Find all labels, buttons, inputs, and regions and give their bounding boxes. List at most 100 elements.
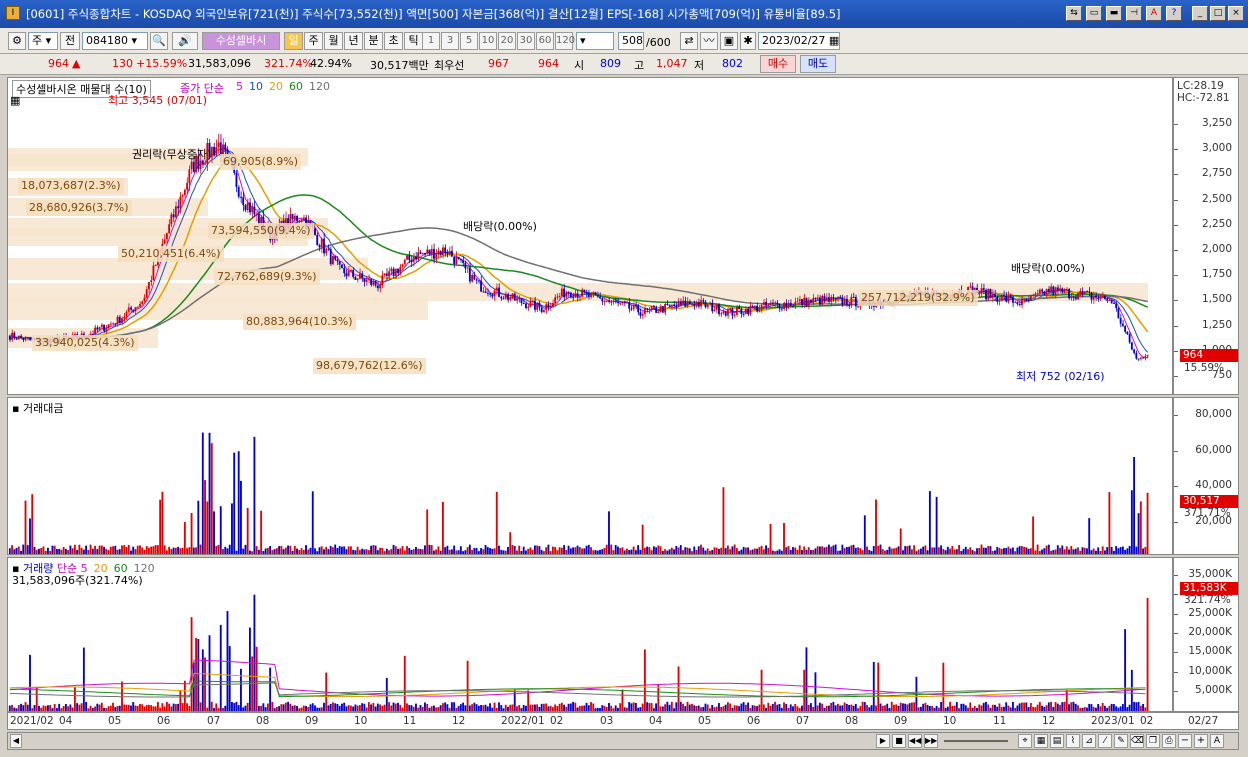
- date-axis-label: 07: [207, 715, 221, 727]
- candle-body: [1034, 293, 1037, 295]
- volume-bar: [118, 549, 121, 554]
- period-tab-3[interactable]: 년: [344, 32, 363, 50]
- volume-bar: [1079, 708, 1082, 711]
- search-icon[interactable]: 🔍: [150, 32, 168, 50]
- stock-name-button[interactable]: 수성셀바시: [202, 32, 280, 50]
- help-icon[interactable]: ?: [1166, 6, 1182, 21]
- candle-body: [816, 297, 819, 300]
- interval-tab-0[interactable]: 1: [422, 32, 440, 50]
- volume-bar: [345, 706, 348, 711]
- pin-icon[interactable]: ⊣: [1126, 6, 1142, 21]
- candle-body: [854, 296, 857, 307]
- price-pane[interactable]: 수성셀바시온 매물대 수(10) 종가 단순 5 10 20 60 120 ▦ 최고 3…: [7, 77, 1173, 395]
- trendline-icon[interactable]: ⁄: [1098, 734, 1112, 748]
- line-chart-icon[interactable]: ⌇: [1066, 734, 1080, 748]
- draw-icon[interactable]: ✎: [1114, 734, 1128, 748]
- print-icon[interactable]: ⎙: [1162, 734, 1176, 748]
- restore-icon[interactable]: ▭: [1086, 6, 1102, 21]
- chart-scrollbar[interactable]: ◀ ▶ ■ ◀◀ ▶▶ ⌖ ▦ ▤ ⌇ ⊿ ⁄ ✎ ⌫ ❐ ⎙ − + A: [7, 732, 1239, 750]
- interval-tab-4[interactable]: 20: [498, 32, 516, 50]
- interval-tab-7[interactable]: 120: [555, 32, 575, 50]
- period-tab-5[interactable]: 초: [384, 32, 403, 50]
- trend-icon[interactable]: 〰: [700, 32, 718, 50]
- gear-icon[interactable]: ✱: [740, 32, 756, 50]
- arrows-icon[interactable]: ⇄: [680, 32, 698, 50]
- candle-body: [329, 249, 332, 265]
- axis-tick-mark: [1174, 250, 1178, 251]
- interval-tab-2[interactable]: 5: [460, 32, 478, 50]
- zoom-in-icon[interactable]: +: [1194, 734, 1208, 748]
- candle-body: [186, 182, 189, 190]
- candle-body: [760, 304, 763, 310]
- volume-bar: [1124, 629, 1127, 711]
- period-tab-4[interactable]: 분: [364, 32, 383, 50]
- grid-icon[interactable]: ▦: [10, 94, 20, 107]
- candle-body: [381, 275, 384, 286]
- copy-icon[interactable]: ❐: [1146, 734, 1160, 748]
- volume-bar: [740, 549, 743, 554]
- volume-bar: [1117, 548, 1120, 554]
- code-input[interactable]: 084180 ▾: [82, 32, 148, 50]
- period-tab-6[interactable]: 틱: [404, 32, 423, 50]
- volume-bar: [475, 548, 478, 554]
- speed-slider[interactable]: [944, 740, 1008, 742]
- volume-bar: [845, 546, 848, 554]
- stop-icon[interactable]: ■: [892, 734, 906, 748]
- eraser-icon[interactable]: ⌫: [1130, 734, 1144, 748]
- volume-bar: [1032, 516, 1035, 554]
- count-input[interactable]: 508: [618, 32, 644, 50]
- grid-view-icon[interactable]: ▦: [1034, 734, 1048, 748]
- rewind-icon[interactable]: ◀◀: [908, 734, 922, 748]
- save-icon[interactable]: ▣: [720, 32, 738, 50]
- interval-tab-6[interactable]: 60: [536, 32, 554, 50]
- volume-bar: [453, 545, 456, 554]
- volume-bar: [374, 545, 377, 554]
- axis-tick-label: 2,500: [1201, 192, 1232, 205]
- play-icon[interactable]: ▶: [876, 734, 890, 748]
- sell-button[interactable]: 매도: [800, 55, 836, 73]
- interval-tab-3[interactable]: 10: [479, 32, 497, 50]
- layout-icon[interactable]: ▬: [1106, 6, 1122, 21]
- auto-scale-icon[interactable]: A: [1210, 734, 1224, 748]
- interval-tab-1[interactable]: 3: [441, 32, 459, 50]
- axis-tick-label: 2,000: [1201, 243, 1232, 255]
- volume-bar: [884, 705, 886, 711]
- forward-icon[interactable]: ▶▶: [924, 734, 938, 748]
- amount-pane[interactable]: ▪ 거래대금: [7, 397, 1173, 555]
- volume-bar: [240, 668, 242, 711]
- period-tab-2[interactable]: 월: [324, 32, 343, 50]
- volume-profile-label: 50,210,451(6.4%): [118, 246, 224, 262]
- volume-bar: [1128, 704, 1131, 711]
- minimize-icon[interactable]: _: [1192, 6, 1208, 21]
- maximize-icon[interactable]: □: [1210, 6, 1226, 21]
- candle-body: [814, 298, 817, 300]
- zoom-out-icon[interactable]: −: [1178, 734, 1192, 748]
- candle-body: [668, 304, 671, 306]
- link-icon[interactable]: ⇆: [1066, 6, 1082, 21]
- axis-tick-mark: [1174, 450, 1178, 452]
- period-tab-1[interactable]: 주: [304, 32, 323, 50]
- volume-bar: [661, 550, 664, 554]
- date-input[interactable]: 2023/02/27 ▦: [758, 32, 840, 50]
- measure-icon[interactable]: ⊿: [1082, 734, 1096, 748]
- market-select[interactable]: 주 ▾: [28, 32, 58, 50]
- table-icon[interactable]: ▤: [1050, 734, 1064, 748]
- font-icon[interactable]: A: [1146, 6, 1162, 21]
- volume-bar: [244, 705, 247, 711]
- candle-body: [612, 300, 615, 302]
- candle-body: [749, 305, 752, 315]
- chart-settings-icon[interactable]: ⚙: [8, 32, 26, 50]
- axis-tick-mark: [1174, 300, 1178, 302]
- crosshair-icon[interactable]: ⌖: [1018, 734, 1032, 748]
- prefix-button[interactable]: 전: [60, 32, 80, 50]
- buy-button[interactable]: 매수: [760, 55, 796, 73]
- interval-tab-5[interactable]: 30: [517, 32, 535, 50]
- period-tab-0[interactable]: 일: [284, 32, 303, 50]
- close-icon[interactable]: ×: [1228, 6, 1244, 21]
- interval-input[interactable]: ▾: [576, 32, 614, 50]
- sound-icon[interactable]: 🔊: [172, 32, 198, 50]
- volume-bar: [509, 532, 512, 554]
- scroll-left-icon[interactable]: ◀: [10, 734, 22, 748]
- volume-pane[interactable]: ▪ 거래량 단순 5 20 60 120 31,583,096주(321.74%): [7, 557, 1173, 712]
- volume-bar: [870, 551, 873, 554]
